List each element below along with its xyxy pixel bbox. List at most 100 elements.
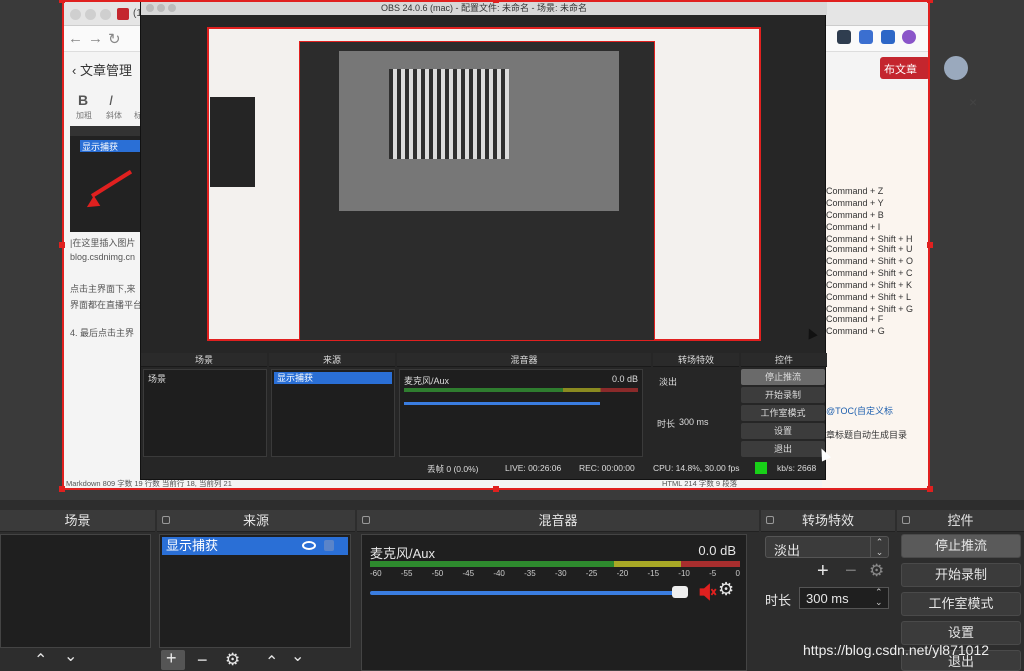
mixer-channel: 麦克风/Aux 0.0 dB -60 -55 -50 -45 -40 -35 -… [361, 534, 747, 671]
obs-window-title: OBS 24.0.6 (mac) - 配置文件: 未命名 - 场景: 未命名 [141, 1, 827, 15]
source-item-display-capture[interactable]: 显示捕获 [162, 537, 348, 555]
move-scene-down-icon[interactable]: ⌄ [64, 646, 77, 666]
zoom-dot-icon [100, 9, 111, 20]
thumbnail-source-item: 显示捕获 [80, 140, 140, 152]
extension-icon [881, 30, 895, 44]
toc-text: @TOC(自定义标 [826, 406, 893, 416]
obs-preview[interactable]: (1 ← → ↻ ‹ 文章管理 B I 加粗 斜体 标 显示捕获 |在这里插入图… [0, 0, 1024, 500]
transitions-dock-header: 转场特效 [761, 510, 895, 532]
controls-dock-header: 控件 [897, 510, 1024, 532]
start-recording-button[interactable]: 开始录制 [901, 563, 1021, 587]
captured-obs-thumbnail: 显示捕获 [70, 126, 140, 232]
transition-select[interactable]: 淡出 ⌃ ⌄ [765, 536, 889, 558]
remove-transition-icon[interactable]: − [845, 560, 857, 583]
lock-icon[interactable] [324, 540, 334, 551]
resize-handle[interactable] [59, 242, 65, 248]
resize-handle[interactable] [927, 242, 933, 248]
volume-meter [370, 561, 740, 567]
dock-float-icon[interactable] [362, 516, 370, 524]
sources-dock-header: 来源 [157, 510, 355, 532]
resize-handle[interactable] [59, 486, 65, 492]
scenes-dock: 场景 ⌃ ⌄ [0, 510, 155, 671]
resize-handle[interactable] [927, 0, 933, 3]
close-icon: × [969, 94, 978, 110]
add-source-button[interactable]: + [161, 648, 185, 670]
italic-icon: I [109, 92, 113, 108]
select-arrows-icon: ⌃ ⌄ [870, 537, 888, 557]
body-text-line: 界面都在直播平台 [70, 300, 143, 310]
scenes-dock-header: 场景 [0, 510, 155, 532]
avatar [944, 56, 968, 80]
sources-list[interactable]: 显示捕获 [159, 534, 351, 648]
remove-source-icon[interactable]: − [197, 650, 208, 671]
visibility-eye-icon[interactable] [302, 541, 316, 550]
recursive-preview-image [389, 69, 509, 159]
move-source-up-icon[interactable]: ⌃ [265, 652, 278, 671]
minimize-dot-icon [85, 9, 96, 20]
screen: (1 ← → ↻ ‹ 文章管理 B I 加粗 斜体 标 显示捕获 |在这里插入图… [0, 0, 1024, 671]
scenes-list[interactable] [0, 534, 151, 648]
captured-obs-window: OBS 24.0.6 (mac) - 配置文件: 未命名 - 场景: 未命名 场… [140, 0, 827, 481]
shortcut-line: Command + Shift + O [826, 256, 914, 266]
bold-icon: B [78, 92, 89, 108]
back-arrow-icon: ← [68, 30, 83, 47]
nested-docks: 场景 来源 混音器 转场特效 控件 场景 显示捕获 麦克风/Aux 0.0 dB [141, 353, 827, 481]
minimize-dot-icon [157, 4, 165, 12]
stream-health-indicator [755, 462, 767, 474]
dock-float-icon[interactable] [766, 516, 774, 524]
resize-handle[interactable] [59, 0, 65, 3]
move-scene-up-icon[interactable]: ⌃ [34, 650, 47, 670]
stop-streaming-button[interactable]: 停止推流 [901, 534, 1021, 558]
volume-slider[interactable] [370, 591, 680, 595]
extension-icon [859, 30, 873, 44]
resize-handle[interactable] [493, 0, 499, 3]
duration-label: 时长 [765, 593, 792, 608]
csdn-icon [117, 8, 129, 20]
body-text-line: 4. 最后点击主界 [70, 328, 135, 338]
close-dot-icon [70, 9, 81, 20]
shortcut-line: Command + Shift + L [826, 292, 912, 302]
toc-text-2: 章标题自动生成目录 [826, 430, 908, 440]
shortcut-line: Command + F [826, 314, 884, 324]
bold-label: 加粗 [76, 111, 92, 120]
mixer-dock: 混音器 麦克风/Aux 0.0 dB -60 -55 -50 -45 -40 -… [357, 510, 759, 671]
shortcut-line: Command + I [826, 222, 881, 232]
body-text-line: 点击主界面下,来 [70, 284, 136, 294]
source-properties-gear-icon[interactable]: ⚙ [225, 650, 240, 670]
shortcut-line: Command + B [826, 210, 884, 220]
shortcut-line: Command + Shift + C [826, 268, 913, 278]
mixer-channel-label: 麦克风/Aux [370, 546, 436, 561]
shortcut-line: Command + Shift + G [826, 304, 914, 314]
mixer-db-value: 0.0 dB [698, 543, 736, 558]
shortcut-line: Command + Shift + U [826, 244, 913, 254]
profile-icon [902, 30, 916, 44]
volume-slider-handle[interactable] [672, 586, 688, 598]
shortcut-line: Command + Shift + H [826, 234, 913, 244]
dock-float-icon[interactable] [902, 516, 910, 524]
studio-mode-button[interactable]: 工作室模式 [901, 592, 1021, 616]
add-transition-icon[interactable]: + [817, 560, 829, 583]
body-text-line: |在这里插入图片 [70, 238, 136, 248]
move-source-down-icon[interactable]: ⌄ [291, 646, 304, 666]
shortcut-line: Command + Y [826, 198, 884, 208]
shortcut-panel: Command + Z Command + Y Command + B Comm… [822, 90, 930, 490]
publish-button: 布文章 [880, 57, 930, 79]
transition-settings-gear-icon[interactable]: ⚙ [869, 561, 884, 581]
nested-preview-canvas [207, 27, 761, 341]
reload-icon: ↻ [108, 31, 121, 48]
shortcut-line: Command + G [826, 326, 885, 336]
resize-handle[interactable] [493, 486, 499, 492]
muted-speaker-icon[interactable] [694, 581, 720, 603]
mixer-dock-header: 混音器 [357, 510, 759, 532]
extension-icon [837, 30, 851, 44]
zoom-dot-icon [168, 4, 176, 12]
article-manage-link: ‹ 文章管理 [72, 63, 132, 78]
shortcut-line: Command + Shift + K [826, 280, 913, 290]
plus-icon: + [166, 648, 177, 668]
dock-float-icon[interactable] [162, 516, 170, 524]
forward-arrow-icon: → [88, 30, 103, 47]
sources-dock: 来源 显示捕获 + − ⚙ ⌃ ⌄ [157, 510, 355, 671]
duration-stepper-icon[interactable]: ⌃ ⌄ [875, 587, 883, 607]
resize-handle[interactable] [927, 486, 933, 492]
mixer-settings-gear-icon[interactable]: ⚙ [718, 579, 734, 600]
